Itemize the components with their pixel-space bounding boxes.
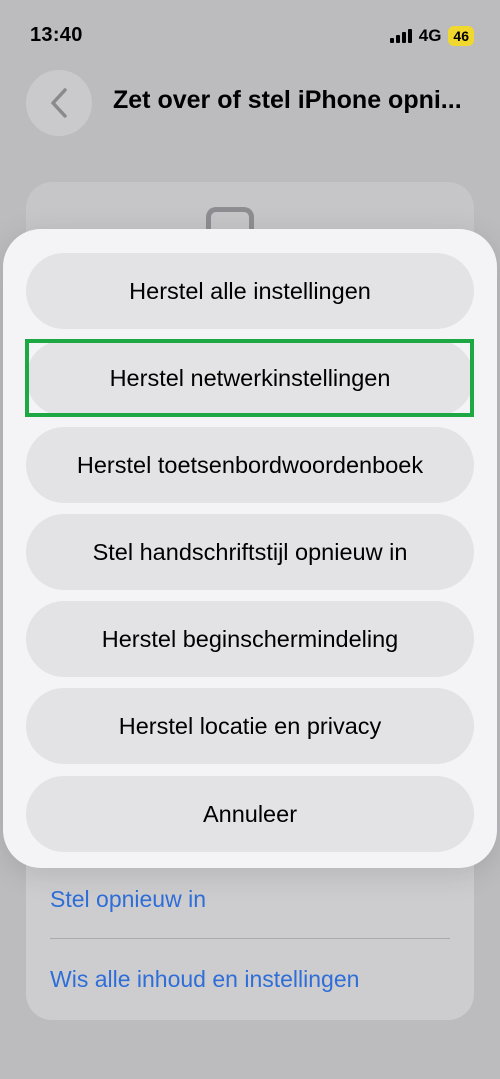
reset-home-screen-layout-button[interactable]: Herstel beginschermindeling <box>26 601 474 677</box>
reset-handwriting-style-button[interactable]: Stel handschriftstijl opnieuw in <box>26 514 474 590</box>
page-title: Zet over of stel iPhone opni... <box>113 86 462 114</box>
reset-all-settings-button[interactable]: Herstel alle instellingen <box>26 253 474 329</box>
status-bar: 13:40 4G 46 <box>0 0 500 70</box>
status-time: 13:40 <box>30 24 83 46</box>
reset-network-settings-button[interactable]: Herstel netwerkinstellingen <box>26 340 474 416</box>
back-button[interactable] <box>26 70 92 136</box>
reset-keyboard-dictionary-button[interactable]: Herstel toetsenbordwoordenboek <box>26 427 474 503</box>
divider <box>50 938 450 939</box>
status-indicators: 4G 46 <box>389 24 474 48</box>
battery-icon: 46 <box>448 26 474 46</box>
chevron-left-icon <box>51 88 67 118</box>
erase-all-link[interactable]: Wis alle inhoud en instellingen <box>50 966 359 993</box>
network-type: 4G <box>418 26 442 45</box>
reset-link[interactable]: Stel opnieuw in <box>50 886 206 913</box>
cancel-button[interactable]: Annuleer <box>26 776 474 852</box>
reset-location-privacy-button[interactable]: Herstel locatie en privacy <box>26 688 474 764</box>
signal-icon <box>389 29 412 43</box>
